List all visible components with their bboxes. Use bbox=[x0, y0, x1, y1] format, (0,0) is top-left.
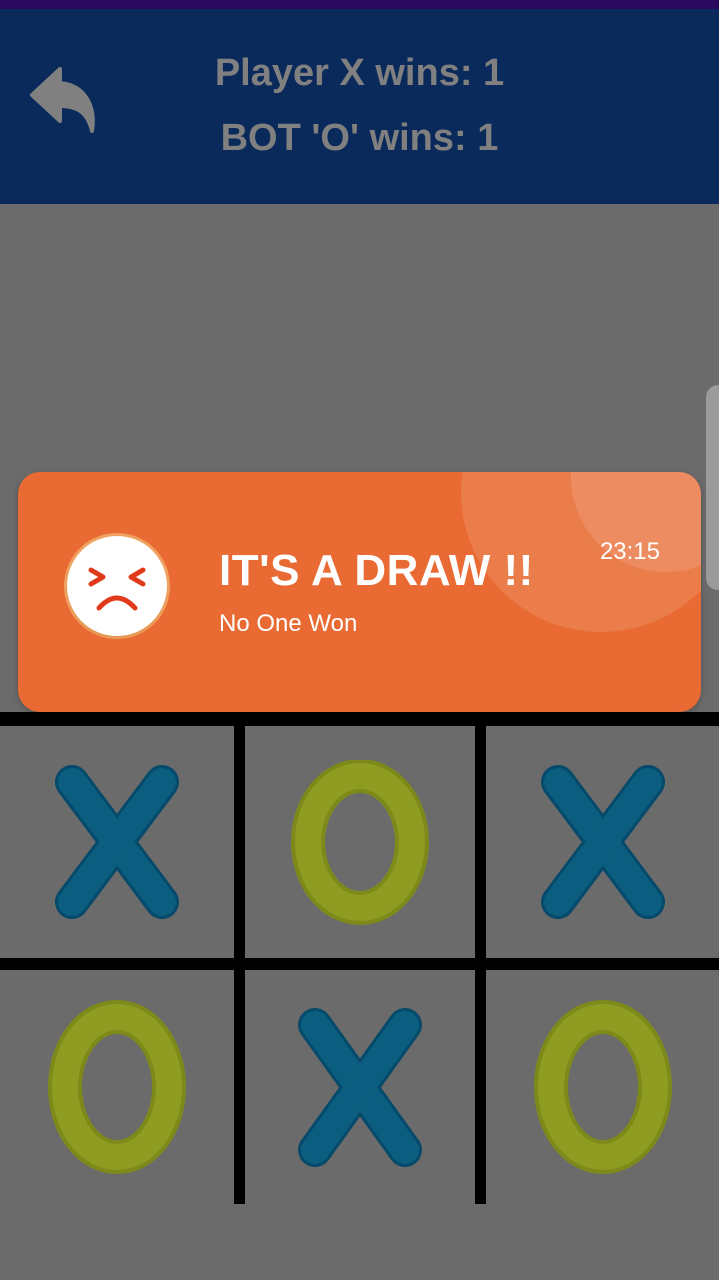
score-header: Player X wins: 1 BOT 'O' wins: 1 bbox=[0, 9, 719, 204]
x-mark bbox=[540, 765, 665, 919]
edge-panel-handle[interactable] bbox=[706, 385, 719, 590]
notification-time: 23:15 bbox=[599, 538, 660, 565]
grid-line bbox=[234, 712, 245, 1204]
grid-line bbox=[475, 712, 486, 1204]
board-cell[interactable] bbox=[0, 726, 234, 958]
status-bar bbox=[0, 0, 719, 9]
board-cell[interactable] bbox=[486, 970, 719, 1204]
notification-subtitle: No One Won bbox=[219, 610, 358, 637]
player-x-wins: Player X wins: 1 bbox=[214, 52, 505, 94]
game-board bbox=[0, 712, 719, 1207]
draw-notification[interactable]: IT'S A DRAW !! No One Won 23:15 bbox=[18, 472, 701, 712]
board-cell[interactable] bbox=[0, 970, 234, 1204]
o-mark bbox=[533, 999, 672, 1174]
board-cell[interactable] bbox=[245, 726, 475, 958]
board-cell[interactable] bbox=[486, 726, 719, 958]
x-mark bbox=[55, 765, 179, 919]
grid-line bbox=[0, 958, 719, 970]
notification-title: IT'S A DRAW !! bbox=[219, 546, 534, 595]
x-mark bbox=[298, 1007, 422, 1167]
board-cell[interactable] bbox=[245, 970, 475, 1204]
frowning-face-icon bbox=[67, 536, 167, 636]
o-mark bbox=[48, 999, 186, 1174]
bot-o-wins: BOT 'O' wins: 1 bbox=[220, 117, 499, 159]
o-mark bbox=[291, 759, 429, 925]
grid-line bbox=[0, 712, 719, 726]
